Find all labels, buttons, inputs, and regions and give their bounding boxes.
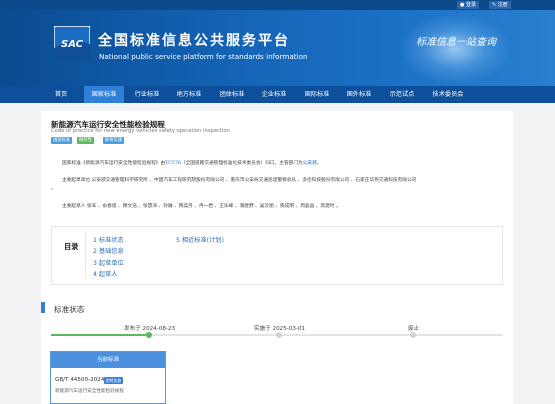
current-standard-badge: 即将实施 — [104, 377, 124, 384]
nav-foreign-standard[interactable]: 国外标准 — [339, 86, 379, 103]
department-link[interactable]: 公安部 — [303, 161, 317, 166]
timeline-published-label: 发布于 2024-08-23 — [124, 326, 176, 332]
nav-local-standard[interactable]: 地方标准 — [169, 86, 209, 103]
section-accent-bar — [41, 302, 45, 313]
nav-technical-committee[interactable]: 技术委员会 — [424, 86, 472, 103]
current-standard-name: 新能源汽车运行安全性能检验规程 — [55, 389, 124, 394]
register-link[interactable]: ✎ 注册 — [489, 1, 511, 9]
banner-glow — [400, 14, 510, 84]
svg-text:SAC: SAC — [61, 39, 84, 50]
site-title: 全国标准信息公共服务平台 — [98, 33, 290, 49]
nav-national-standard[interactable]: 国家标准 — [84, 86, 124, 103]
nav-demonstration[interactable]: 示范试点 — [382, 86, 422, 103]
current-standard-code[interactable]: GB/T 44500-2024 — [55, 377, 104, 383]
nav-group-standard[interactable]: 团体标准 — [212, 86, 252, 103]
tag-upcoming: 即将实施 — [103, 137, 125, 144]
toc-item-status[interactable]: 1 标准状态 — [93, 235, 124, 244]
standard-title-en: Code of practice for new energy vehicles… — [51, 128, 230, 134]
tag-recommended: 推荐性 — [77, 137, 94, 144]
timeline-implemented-label: 实施于 2025-03-01 — [254, 326, 306, 332]
nav-international-standard[interactable]: 国际标准 — [297, 86, 337, 103]
drafting-units-paragraph: 主要起草单位 公安部交通管理科学研究所 、中国汽车工程研究院股份有限公司 、重庆… — [62, 178, 417, 183]
intro-paragraph: 国家标准《新能源汽车运行安全性能检验规程》由TC576（全国道路交通管理标准化技… — [62, 161, 322, 166]
nav-home[interactable]: 首页 — [42, 86, 80, 103]
edit-icon: ✎ — [492, 2, 497, 8]
timeline-dot-abolished — [410, 332, 416, 338]
toc-item-drafting-units[interactable]: 3 起草单位 — [93, 258, 124, 267]
section-title-status: 标准状态 — [54, 305, 85, 314]
toc-label: 目录 — [64, 242, 79, 251]
nav-industry-standard[interactable]: 行业标准 — [127, 86, 167, 103]
user-icon: ● — [460, 2, 465, 8]
toc-item-drafters[interactable]: 4 起草人 — [93, 269, 117, 278]
toc-item-related-standards[interactable]: 5 相近标准(计划) — [176, 235, 224, 244]
main-nav: 首页 国家标准 行业标准 地方标准 团体标准 企业标准 国际标准 国外标准 示范… — [0, 86, 555, 103]
toc-divider — [85, 233, 86, 277]
timeline-dot-implemented — [276, 332, 282, 338]
toc-item-basic-info[interactable]: 2 基础信息 — [93, 246, 124, 255]
drafters-paragraph: 主要起草人 张军 、俞春俊 、穆文浩 、张慧涛 、孙巍 、韩奕丹 、冉一岩 、王… — [62, 204, 341, 209]
site-slogan: 标准信息一站查询 — [416, 37, 496, 48]
timeline-abolished-label: 废止 — [408, 326, 420, 332]
sac-logo[interactable]: SAC — [54, 26, 90, 60]
timeline-dot-published — [146, 332, 152, 338]
site-subtitle: National public service platform for sta… — [99, 52, 308, 61]
current-standard-header: 当前标准 — [51, 352, 165, 368]
nav-enterprise-standard[interactable]: 企业标准 — [254, 86, 294, 103]
tc-link[interactable]: TC576 — [165, 161, 181, 166]
login-link[interactable]: ● 登录 — [457, 1, 479, 9]
drafting-units-end: 。 — [51, 186, 56, 191]
timeline-progress — [51, 334, 150, 336]
tag-national-standard: 国家标准 — [51, 137, 73, 144]
